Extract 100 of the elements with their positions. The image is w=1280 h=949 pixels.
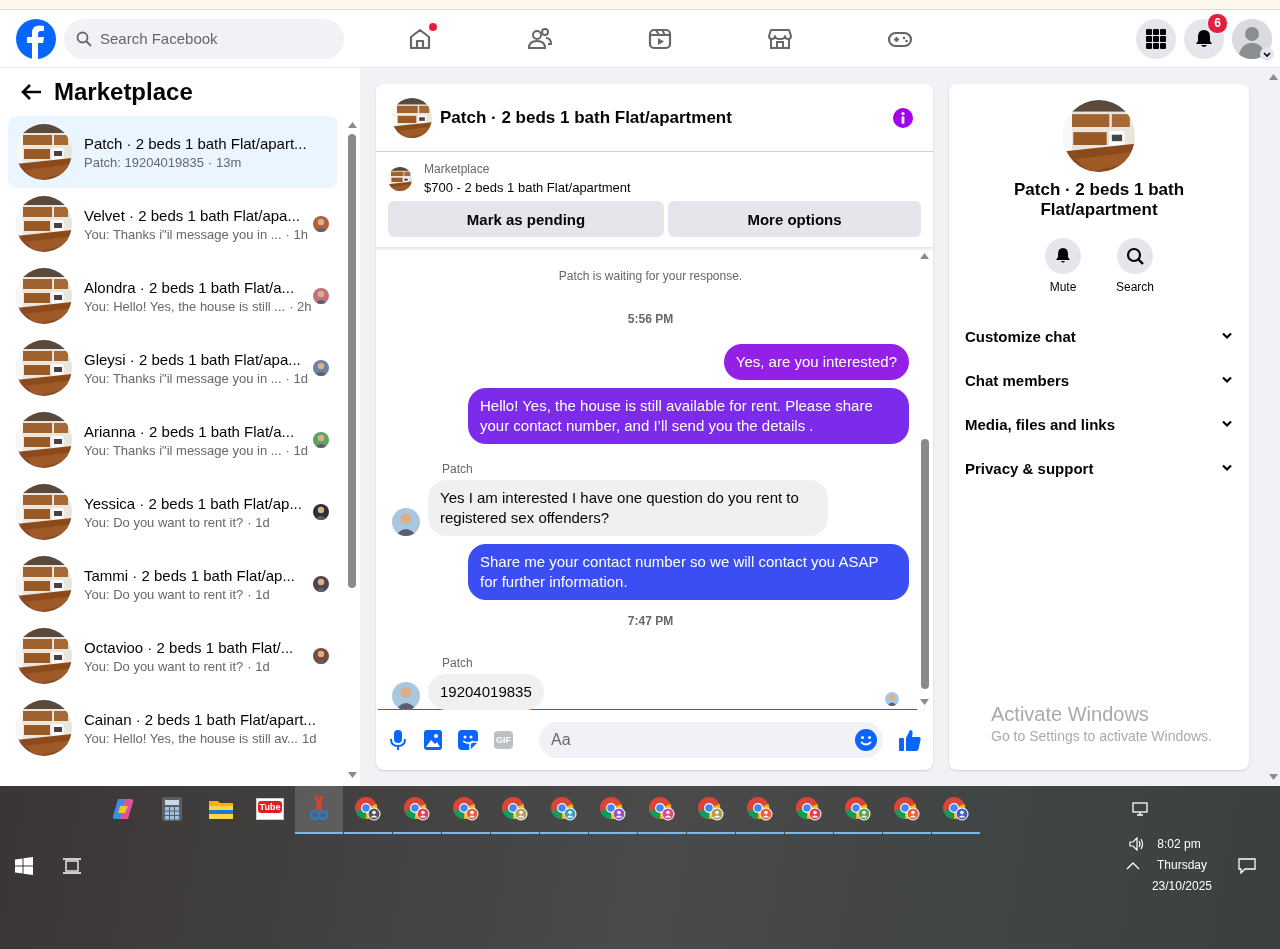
sender-name: Patch (442, 462, 474, 476)
search-icon (76, 30, 92, 47)
menu-button[interactable] (1136, 18, 1176, 59)
page-title: Marketplace (54, 78, 193, 106)
conversation-item[interactable]: Arianna · 2 beds 1 bath Flat/a... You: Thanks i"il message you in ... · 1d (8, 404, 337, 476)
notification-badge: 6 (1207, 12, 1228, 34)
message-bubble: Yes, are you interested? (723, 344, 909, 380)
notifications-button[interactable] (1184, 18, 1224, 59)
message-bubble: Share me your contact number so we will contact you ASAP for further information. (468, 544, 909, 600)
scroll-down-icon[interactable] (348, 772, 357, 778)
conversation-item[interactable]: Patch · 2 beds 1 bath Flat/apart... Patch: 19204019835 · 13m (8, 116, 337, 188)
message-time: · 1h (285, 226, 308, 242)
browser-icon (893, 796, 921, 822)
clock-day[interactable]: Thursday (1156, 858, 1207, 872)
conversation-title: Arianna · 2 beds 1 bath Flat/a... (84, 422, 296, 440)
browser-icon (697, 796, 725, 822)
network-icon[interactable] (1132, 802, 1150, 818)
action-label: Search (1116, 280, 1154, 294)
calculator-icon (162, 797, 182, 821)
message-preview: You: Hello! Yes, the house is still av... (84, 730, 298, 746)
conversation-item[interactable]: Tammi · 2 beds 1 bath Flat/ap... You: Do you want to rent it? · 1d (8, 548, 337, 620)
message-preview: You: Do you want to rent it? (84, 514, 244, 530)
status-text: Patch is waiting for your response. (557, 269, 744, 283)
section-header[interactable]: Media, files and links (957, 402, 1241, 446)
message-preview: Patch: 19204019835 (84, 154, 204, 170)
browser-icon (795, 796, 823, 822)
clock-time[interactable]: 8:02 pm (1157, 837, 1201, 851)
conversation-item[interactable]: Yessica · 2 beds 1 bath Flat/ap... You: Do you want to rent it? · 1d (8, 476, 337, 548)
message-time: · 1d (247, 658, 270, 674)
video-app-icon: Tube (255, 798, 285, 820)
scroll-up-icon[interactable] (920, 253, 929, 259)
message-time: · 1d (247, 586, 270, 602)
message-preview: You: Do you want to rent it? (84, 586, 244, 602)
search-field[interactable]: Search Facebook (64, 18, 344, 59)
browser-icon (354, 796, 382, 822)
section-header[interactable]: Privacy & support (957, 446, 1241, 490)
thumbs-up-icon[interactable] (899, 729, 921, 751)
microphone-icon[interactable] (388, 729, 408, 751)
listing-label: Marketplace (424, 162, 491, 176)
start-icon[interactable] (15, 857, 33, 875)
message-preview: You: Thanks i"il message you in ... (84, 442, 282, 458)
conversation-title: Cainan · 2 beds 1 bath Flat/apart... (84, 710, 317, 728)
action-button[interactable]: Mark as pending (388, 201, 664, 237)
browser-icon (550, 796, 578, 822)
account-button[interactable] (1232, 18, 1272, 59)
browser-icon (452, 796, 480, 822)
browser-icon (599, 796, 627, 822)
message-field[interactable]: Aa (539, 722, 883, 758)
clock-date[interactable]: 23/10/2025 (1151, 879, 1212, 893)
conversation-title: Patch · 2 beds 1 bath Flat/apart... (84, 134, 308, 152)
chat-title: Patch · 2 beds 1 bath Flat/apartment (440, 107, 732, 128)
taskbar-app[interactable]: Tube (246, 786, 294, 834)
mute-button[interactable] (1045, 238, 1081, 274)
message-time: · 1d (285, 442, 308, 458)
task-view-icon[interactable] (63, 858, 81, 874)
copilot-icon (111, 797, 135, 821)
sticker-icon[interactable] (458, 730, 478, 750)
message-bubble: Yes I am interested I have one question do you rent to registered sex offenders? (428, 480, 828, 536)
conversation-item[interactable]: Gleysi · 2 beds 1 bath Flat/apa... You: Thanks i"il message you in ... · 1d (8, 332, 337, 404)
message-preview: You: Hello! Yes, the house is still ... (84, 298, 286, 314)
photo-icon[interactable] (424, 730, 442, 750)
conversation-item[interactable]: Velvet · 2 beds 1 bath Flat/apa... You: Thanks i"il message you in ... · 1h (8, 188, 337, 260)
info-icon[interactable] (893, 107, 913, 128)
conversation-item[interactable]: Cainan · 2 beds 1 bath Flat/apart... You: Hello! Yes, the house is still av... 1d (8, 692, 337, 764)
scroll-down-icon[interactable] (920, 699, 929, 705)
sender-name: Patch (442, 656, 474, 670)
browser-icon (942, 796, 970, 822)
message-time: 1d (301, 730, 317, 746)
listing-title: $700 - 2 beds 1 bath Flat/apartment (424, 180, 631, 195)
message-time: · 1d (285, 370, 308, 386)
action-button[interactable]: More options (668, 201, 921, 237)
conversation-title: Gleysi · 2 beds 1 bath Flat/apa... (84, 350, 301, 368)
conversation-item[interactable]: Octavioo · 2 beds 1 bath Flat/... You: Do you want to rent it? · 1d (8, 620, 337, 692)
conversation-item[interactable]: Alondra · 2 beds 1 bath Flat/a... You: Hello! Yes, the house is still ... · 2h (8, 260, 337, 332)
scissors-icon (308, 796, 330, 822)
message-bubble: 19204019835 (428, 674, 544, 710)
conversation-title: Octavioo · 2 beds 1 bath Flat/... (84, 638, 295, 656)
section-header[interactable]: Chat members (957, 358, 1241, 402)
bell-icon (1194, 28, 1214, 49)
chevron-up-icon[interactable] (1125, 862, 1140, 870)
logo-icon[interactable] (16, 18, 56, 59)
notification-icon[interactable] (1238, 858, 1256, 874)
folder-icon (209, 799, 233, 819)
section-header[interactable]: Customize chat (957, 314, 1241, 358)
grid-icon (1146, 28, 1166, 49)
message-preview: You: Thanks i"il message you in ... (84, 370, 282, 386)
scroll-up-icon[interactable] (348, 122, 357, 128)
chevron-down-icon (1260, 46, 1274, 61)
volume-icon[interactable] (1129, 837, 1146, 851)
message-time: · 13m (208, 154, 242, 170)
browser-icon (746, 796, 774, 822)
back-arrow-icon[interactable] (20, 83, 42, 101)
search-icon (1125, 246, 1145, 266)
scroll-down-icon[interactable] (1269, 774, 1278, 780)
avatar-icon (1232, 18, 1272, 59)
emoji-icon[interactable] (855, 729, 877, 751)
browser-icon (844, 796, 872, 822)
search-button[interactable] (1117, 238, 1153, 274)
action-label: Mute (1049, 280, 1077, 294)
scroll-up-icon[interactable] (1269, 74, 1278, 80)
